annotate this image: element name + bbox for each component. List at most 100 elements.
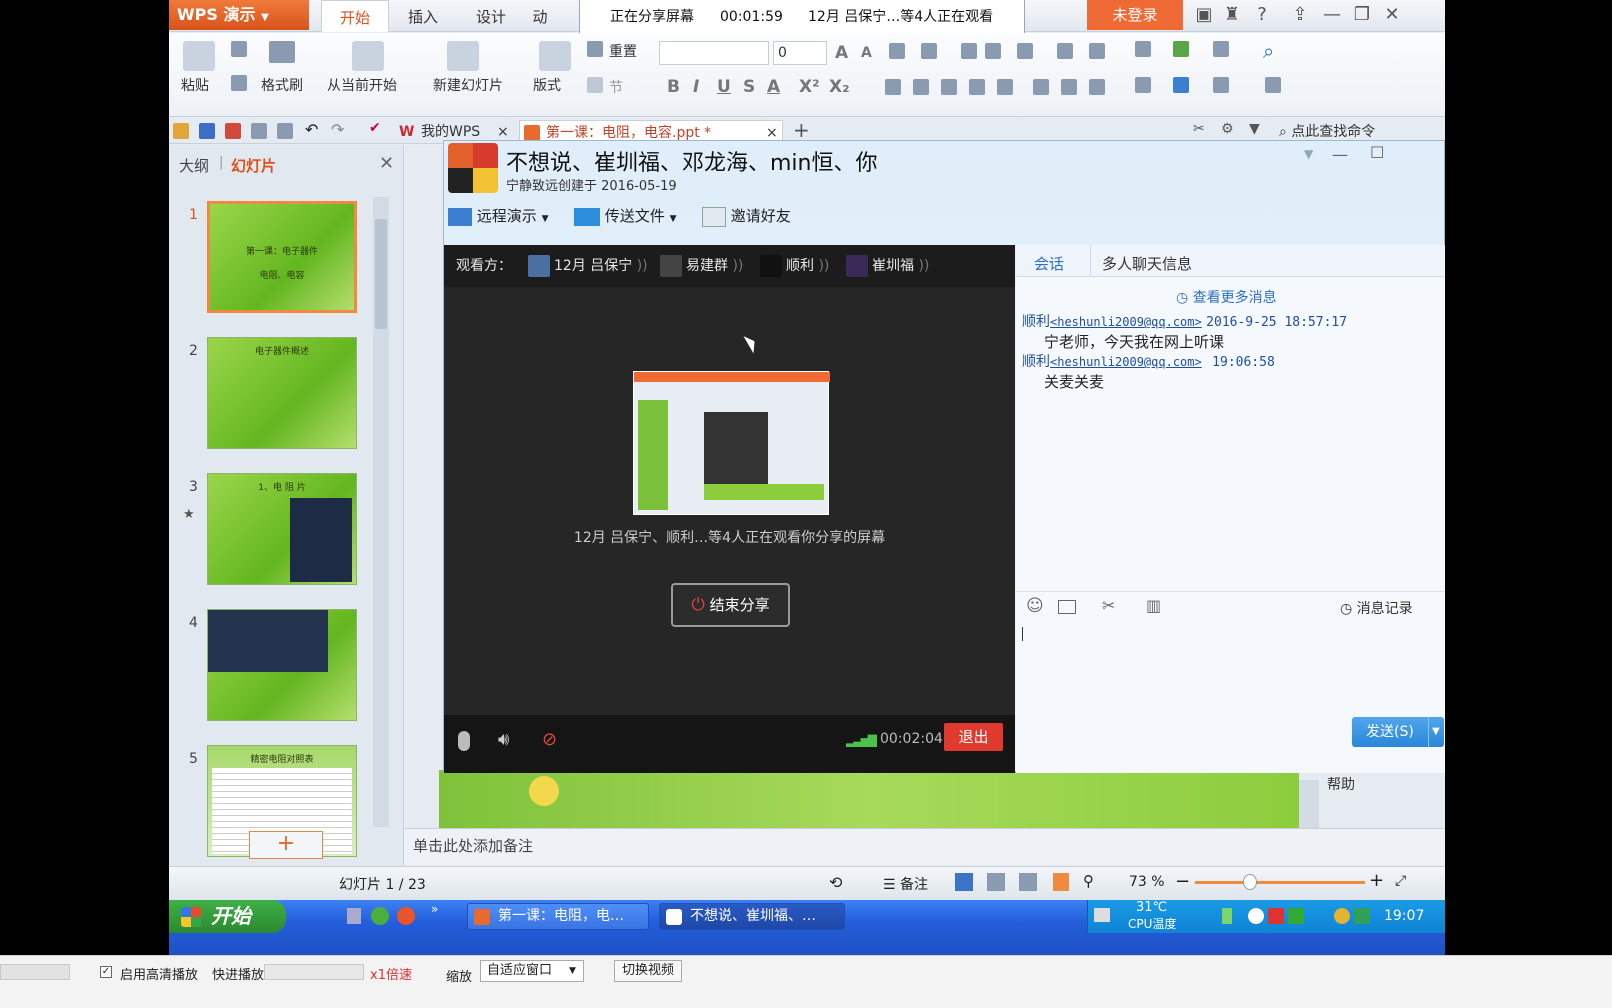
viewer-item[interactable]: 顺利 )) [760, 245, 829, 287]
browser-icon[interactable] [397, 907, 415, 925]
find-icon[interactable]: ⌕ [1263, 39, 1274, 63]
message-input[interactable] [1016, 623, 1445, 713]
help-icon[interactable]: ? [1249, 2, 1275, 28]
maximize-icon[interactable]: ❐ [1349, 2, 1375, 28]
zoom-slider-thumb[interactable] [1243, 874, 1257, 890]
tab-chat[interactable]: 会话 [1034, 253, 1064, 274]
text-box-icon[interactable] [1089, 79, 1105, 95]
login-button[interactable]: 未登录 [1087, 0, 1183, 30]
sender-email[interactable]: <heshunli2009@qq.com> [1050, 355, 1202, 369]
close-panel-icon[interactable]: ✕ [379, 153, 394, 174]
filter-icon[interactable]: ▼ [1249, 121, 1260, 137]
command-search[interactable]: ⌕ 点此查找命令 [1279, 121, 1375, 141]
speed-slider[interactable] [264, 964, 364, 980]
end-share-button[interactable]: ⏻ 结束分享 [671, 583, 790, 627]
tray-app-icon[interactable] [1334, 908, 1350, 924]
help-link[interactable]: 帮助 [1327, 774, 1355, 794]
grow-font-icon[interactable]: A [835, 43, 848, 63]
underline-icon[interactable]: U [717, 77, 731, 97]
chevron-more-icon[interactable]: » [431, 902, 438, 916]
task-wps[interactable]: 第一课：电阻，电… [467, 903, 649, 930]
textbox-insert-icon[interactable] [1135, 41, 1151, 57]
bold-icon[interactable]: B [667, 77, 680, 97]
remote-demo-button[interactable]: 远程演示 ▼ [448, 205, 549, 226]
quicklaunch-icon[interactable] [371, 907, 389, 925]
line-spacing-icon[interactable] [1033, 79, 1049, 95]
tab-slides[interactable]: 幻灯片 [231, 155, 276, 176]
viewer-item[interactable]: 崔圳福 )) [846, 245, 929, 287]
normal-view-icon[interactable] [955, 873, 973, 891]
align-left-icon[interactable] [885, 79, 901, 95]
print-icon[interactable] [251, 123, 267, 139]
cut-icon[interactable] [231, 41, 247, 57]
pin-icon[interactable]: ✔ [369, 120, 381, 136]
shapes-icon[interactable] [1135, 77, 1151, 93]
select-icon[interactable] [1265, 77, 1281, 93]
tab-animation[interactable]: 动 [525, 0, 555, 32]
quicklaunch-icon[interactable] [347, 908, 361, 924]
bullets-icon[interactable] [889, 43, 905, 59]
camera-off-icon[interactable]: ⊘ [542, 729, 557, 750]
justify-icon[interactable] [969, 79, 985, 95]
tray-app-icon[interactable] [1268, 908, 1284, 924]
copy-icon[interactable] [231, 75, 247, 91]
screenshot-icon[interactable]: ✂ [1102, 596, 1115, 615]
zoom-select[interactable]: 自适应窗口 ▼ [480, 960, 584, 982]
hd-checkbox[interactable]: ✓ [100, 966, 112, 978]
close-icon[interactable]: ✕ [1379, 2, 1405, 28]
play-from-current-icon[interactable] [352, 41, 384, 71]
align-right-icon[interactable] [941, 79, 957, 95]
sender-name[interactable]: 顺利 [1022, 354, 1050, 370]
layout-icon[interactable] [539, 41, 571, 71]
start-button[interactable]: 开始 [169, 900, 286, 933]
notes-toggle[interactable]: ☰ 备注 [883, 874, 928, 894]
history-icon[interactable]: ⟲ [829, 873, 842, 892]
keyboard-icon[interactable] [1094, 908, 1110, 922]
print-preview-icon[interactable] [277, 123, 293, 139]
font-size-combo[interactable]: 0 [773, 41, 827, 65]
section-button[interactable]: 节 [609, 77, 623, 97]
font-color-icon[interactable]: A [767, 77, 780, 97]
viewer-item[interactable]: 易建群 )) [660, 245, 743, 287]
viewer-item[interactable]: 12月 吕保宁 )) [528, 245, 648, 287]
more-messages-link[interactable]: ◷ 查看更多消息 [1176, 287, 1277, 307]
switch-video-button[interactable]: 切换视频 [614, 960, 682, 982]
shadow-icon[interactable]: S [743, 77, 755, 97]
tray-app-icon[interactable] [1288, 908, 1304, 924]
text-direction-icon[interactable] [1057, 43, 1073, 59]
battery-icon[interactable] [1222, 908, 1232, 924]
section-icon[interactable] [587, 77, 603, 93]
paste-icon[interactable] [183, 41, 215, 71]
skin-icon[interactable]: ▣ [1191, 2, 1217, 28]
notes-pane[interactable]: 单击此处添加备注 [405, 828, 1445, 865]
tab-home[interactable]: 开始 [321, 0, 389, 32]
history-button[interactable]: ◷ 消息记录 [1340, 598, 1413, 618]
add-slide-button[interactable]: + [249, 831, 323, 859]
minimize-icon[interactable]: — [1319, 2, 1345, 28]
redo-icon[interactable]: ↷ [331, 120, 344, 139]
pdf-icon[interactable] [225, 123, 241, 139]
restore-ribbon-icon[interactable]: ⇪ [1287, 2, 1313, 28]
paste-button[interactable]: 粘贴 [181, 75, 209, 95]
arrange-icon[interactable] [1173, 77, 1189, 93]
tab-group-info[interactable]: 多人聊天信息 [1102, 253, 1192, 274]
sorter-view-icon[interactable] [987, 873, 1005, 891]
speaker-icon[interactable]: 🔊︎ [498, 729, 509, 750]
reading-view-icon[interactable] [1019, 873, 1037, 891]
slide-thumbnail-1[interactable]: 第一课：电子器件 电阻、电容 [207, 201, 357, 313]
settings-icon[interactable]: ⚙ [1221, 121, 1234, 137]
maximize-icon[interactable]: ☐ [1370, 143, 1384, 162]
tab-insert[interactable]: 插入 [393, 0, 453, 32]
new-slide-button[interactable]: 新建幻灯片 [433, 75, 503, 95]
quick-style-icon[interactable] [1213, 77, 1229, 93]
scrollbar-thumb[interactable] [375, 219, 387, 329]
tray-app-icon[interactable] [1248, 908, 1264, 924]
zoom-out-icon[interactable]: − [1175, 871, 1190, 892]
sender-email[interactable]: <heshunli2009@qq.com> [1050, 315, 1202, 329]
reset-button[interactable]: 重置 [609, 41, 637, 61]
picture-icon[interactable] [1173, 41, 1189, 57]
columns-icon[interactable] [1017, 43, 1033, 59]
format-painter-button[interactable]: 格式刷 [261, 75, 303, 95]
undo-icon[interactable]: ↶ [305, 120, 318, 139]
from-current-button[interactable]: 从当前开始 [327, 75, 397, 95]
